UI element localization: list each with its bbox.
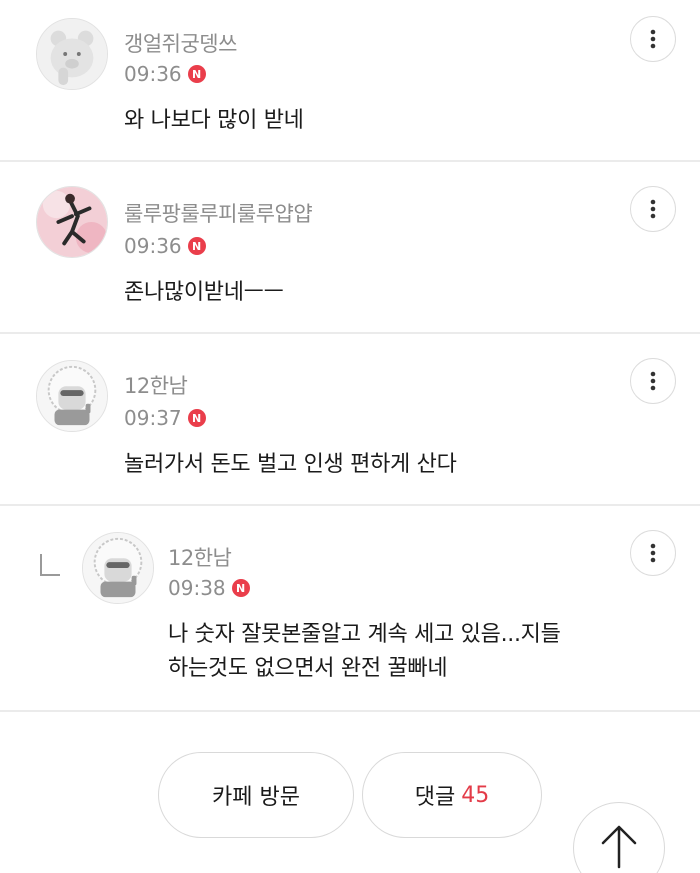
new-badge: N bbox=[231, 579, 250, 597]
more-options-button[interactable] bbox=[630, 530, 676, 576]
more-options-button[interactable] bbox=[630, 358, 676, 404]
reply-comment-item: 12한남 09:38 N 나 숫자 잘못본줄알고 계속 세고 있음...지들 하… bbox=[0, 506, 700, 712]
comments-button[interactable]: 댓글 45 bbox=[362, 752, 542, 838]
comment-time: 09:37 bbox=[124, 406, 182, 430]
comment-text: 존나많이받네ㅡㅡ bbox=[124, 280, 284, 305]
avatar[interactable] bbox=[36, 360, 108, 432]
afro-character-avatar-icon bbox=[37, 361, 107, 431]
new-badge: N bbox=[187, 237, 206, 255]
avatar[interactable] bbox=[36, 186, 108, 258]
comment-author[interactable]: 12한남 bbox=[168, 542, 232, 572]
avatar[interactable] bbox=[36, 18, 108, 90]
comments-count: 45 bbox=[461, 782, 490, 808]
comment-item: 12한남 09:37 N 놀러가서 돈도 벌고 인생 편하게 산다 bbox=[0, 334, 700, 506]
comment-text-line: 나 숫자 잘못본줄알고 계속 세고 있음...지들 bbox=[168, 622, 561, 647]
comment-time: 09:38 bbox=[168, 576, 226, 600]
comment-text: 와 나보다 많이 받네 bbox=[124, 108, 304, 133]
more-vertical-icon bbox=[650, 199, 656, 219]
more-vertical-icon bbox=[650, 543, 656, 563]
more-vertical-icon bbox=[650, 29, 656, 49]
new-badge: N bbox=[187, 65, 206, 83]
comments-label: 댓글 bbox=[414, 785, 456, 810]
scroll-top-button[interactable] bbox=[573, 802, 665, 873]
more-vertical-icon bbox=[650, 371, 656, 391]
comment-text: 나 숫자 잘못본줄알고 계속 세고 있음...지들 하는것도 없으면서 완전 꿀… bbox=[168, 618, 561, 686]
comment-time: 09:36 bbox=[124, 234, 182, 258]
comment-author[interactable]: 룰루팡룰루피룰루얍얍 bbox=[124, 198, 313, 228]
new-badge: N bbox=[187, 409, 206, 427]
comment-time: 09:36 bbox=[124, 62, 182, 86]
more-options-button[interactable] bbox=[630, 16, 676, 62]
avatar[interactable] bbox=[82, 532, 154, 604]
comment-meta: 09:36 N bbox=[124, 62, 206, 86]
reply-arrow-icon bbox=[40, 554, 60, 576]
comment-text: 놀러가서 돈도 벌고 인생 편하게 산다 bbox=[124, 452, 457, 477]
arrow-up-icon bbox=[601, 825, 637, 869]
cafe-visit-button[interactable]: 카페 방문 bbox=[158, 752, 354, 838]
comment-meta: 09:38 N bbox=[168, 576, 250, 600]
more-options-button[interactable] bbox=[630, 186, 676, 232]
comment-item: 룰루팡룰루피룰루얍얍 09:36 N 존나많이받네ㅡㅡ bbox=[0, 162, 700, 334]
comment-meta: 09:36 N bbox=[124, 234, 206, 258]
comment-author[interactable]: 갱얼쥐궁뎅쓰 bbox=[124, 28, 237, 58]
photo-avatar-icon bbox=[37, 187, 107, 257]
comment-text-line: 하는것도 없으면서 완전 꿀빠네 bbox=[168, 656, 448, 681]
comment-meta: 09:37 N bbox=[124, 406, 206, 430]
comment-item: 갱얼쥐궁뎅쓰 09:36 N 와 나보다 많이 받네 bbox=[0, 0, 700, 162]
cafe-visit-label: 카페 방문 bbox=[212, 785, 300, 810]
afro-character-avatar-icon bbox=[83, 533, 153, 603]
comment-author[interactable]: 12한남 bbox=[124, 370, 188, 400]
bear-avatar-icon bbox=[37, 19, 107, 89]
